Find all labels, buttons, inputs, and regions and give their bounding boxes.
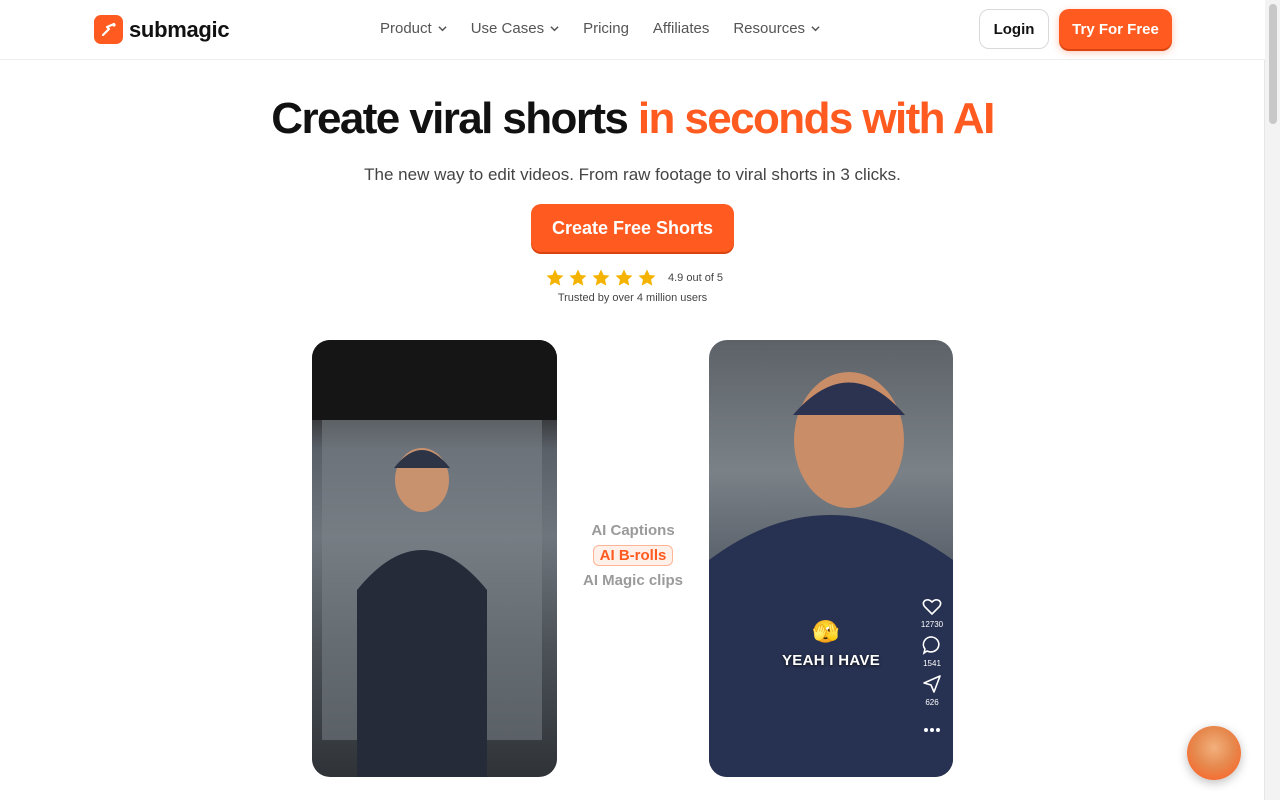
top-navbar: submagic Product Use Cases Pricing Affil… (0, 0, 1265, 60)
star-icon (638, 269, 656, 286)
star-icon (546, 269, 564, 286)
likes-count: 12730 (920, 620, 944, 629)
rating: 4.9 out of 5 (545, 268, 723, 288)
nav-label: Resources (733, 20, 806, 37)
nav-item-resources[interactable]: Resources (733, 20, 820, 37)
nav-label: Product (380, 20, 432, 37)
hero-title-main: Create viral shorts (271, 94, 638, 143)
try-for-free-button[interactable]: Try For Free (1059, 9, 1172, 49)
brand-name: submagic (129, 16, 230, 42)
more-icon[interactable] (923, 727, 941, 733)
feature-list: AI Captions AI B-rolls AI Magic clips (580, 522, 686, 589)
brand-logo[interactable]: submagic (94, 15, 230, 44)
nav-label: Use Cases (470, 20, 545, 37)
nav-item-pricing[interactable]: Pricing (583, 20, 629, 37)
hero-subtitle: The new way to edit videos. From raw foo… (364, 165, 901, 184)
heart-icon[interactable] (922, 598, 942, 616)
main-nav: Product Use Cases Pricing Affiliates Res… (380, 20, 820, 37)
feature-ai-b-rolls[interactable]: AI B-rolls (592, 545, 674, 566)
scrollbar-thumb[interactable] (1269, 4, 1277, 124)
nav-item-affiliates[interactable]: Affiliates (653, 20, 709, 37)
chevron-down-icon (550, 26, 559, 32)
feature-ai-captions[interactable]: AI Captions (591, 522, 674, 539)
hero-title: Create viral shorts in seconds with AI (0, 94, 1265, 144)
hero-title-accent: in seconds with AI (637, 94, 995, 143)
logo-icon (94, 15, 123, 44)
rating-text: 4.9 out of 5 (668, 272, 724, 284)
nav-label: Pricing (583, 20, 629, 37)
trusted-text: Trusted by over 4 million users (557, 292, 708, 304)
page-scrollbar[interactable] (1264, 0, 1280, 800)
star-icon (569, 269, 587, 286)
chat-avatar[interactable] (1187, 726, 1241, 780)
chevron-down-icon (811, 26, 820, 32)
nav-item-product[interactable]: Product (380, 20, 447, 37)
social-actions: 12730 1541 626 (916, 598, 948, 733)
comments-count: 1541 (923, 659, 941, 668)
share-icon[interactable] (922, 674, 942, 694)
video-frame-illustration (312, 340, 557, 777)
edited-short-video[interactable]: 🫣 YEAH I HAVE 12730 1541 626 (709, 340, 953, 777)
star-icon (592, 269, 610, 286)
nav-label: Affiliates (652, 20, 710, 37)
caption-emoji: 🫣 (812, 619, 840, 644)
login-button[interactable]: Login (979, 9, 1049, 49)
create-free-shorts-button[interactable]: Create Free Shorts (531, 204, 734, 252)
comment-icon[interactable] (922, 635, 942, 655)
nav-item-use-cases[interactable]: Use Cases (471, 20, 559, 37)
shares-count: 626 (925, 698, 939, 707)
chevron-down-icon (438, 26, 447, 32)
star-icon (615, 269, 633, 286)
raw-footage-video[interactable] (312, 340, 557, 777)
feature-ai-magic-clips[interactable]: AI Magic clips (583, 572, 683, 589)
